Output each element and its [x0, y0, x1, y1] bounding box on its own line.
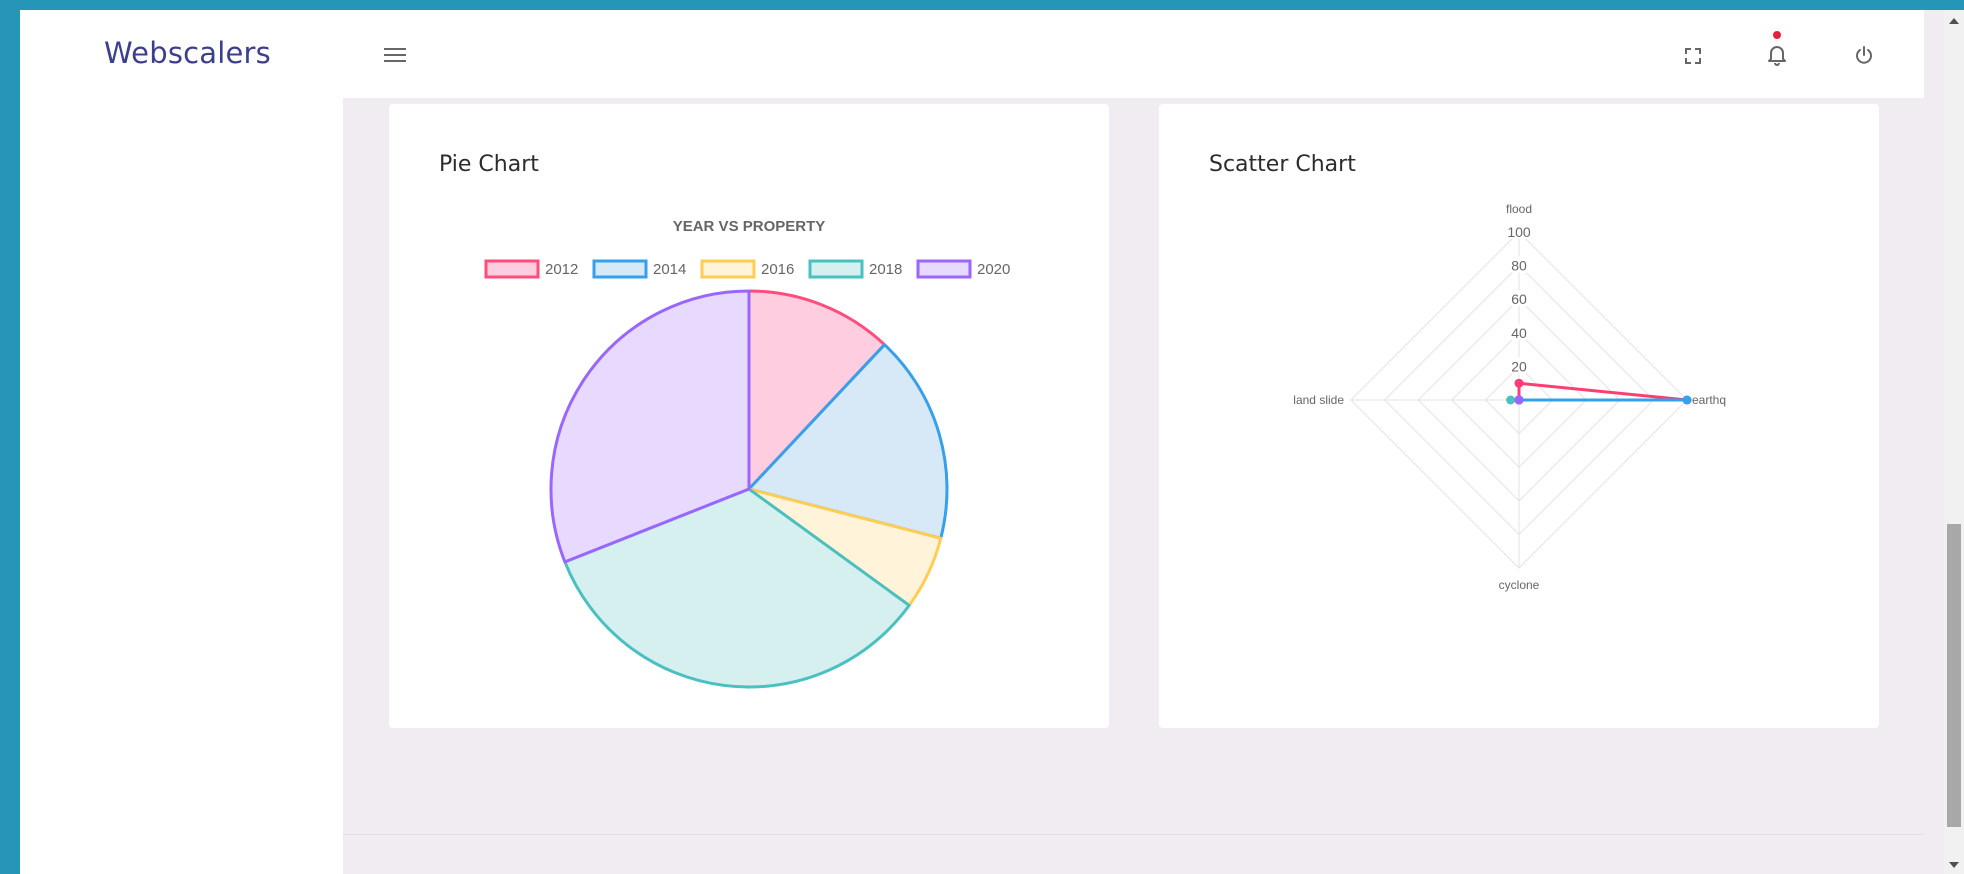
radar-axis-label: land slide — [1293, 393, 1344, 407]
radar-axis-label: flood — [1506, 202, 1532, 216]
topbar: Webscalers — [20, 10, 1924, 98]
legend-label: 2020 — [977, 261, 1010, 278]
legend-label: 2012 — [545, 261, 578, 278]
radar-tick-label: 100 — [1507, 224, 1531, 240]
radar-point — [1514, 378, 1524, 388]
scroll-thumb[interactable] — [1947, 524, 1961, 827]
radar-tick-label: 20 — [1511, 358, 1527, 374]
radar-point — [1514, 395, 1524, 405]
legend-swatch — [916, 259, 972, 279]
legend-swatch — [484, 259, 540, 279]
app-window: Webscalers Pie Chart YEAR VS PROPERTY 20… — [20, 10, 1964, 874]
legend-label: 2018 — [869, 261, 902, 278]
pie-chart-card: Pie Chart YEAR VS PROPERTY 2012 2014 2016 20… — [389, 104, 1109, 728]
scatter-chart-card: Scatter Chart 20 40 60 80 100 flood earthq cycl… — [1159, 104, 1879, 728]
legend-label: 2014 — [653, 261, 686, 278]
scrollbar[interactable] — [1944, 10, 1964, 874]
legend-swatch — [808, 259, 864, 279]
radar-axis-label: earthq — [1692, 393, 1726, 407]
bell-icon[interactable] — [1762, 39, 1792, 69]
radar-chart: 20 40 60 80 100 flood earthq cyclone land slide — [1293, 202, 1726, 592]
sidebar — [20, 10, 343, 874]
legend-label: 2016 — [761, 261, 794, 278]
radar-axis-label: cyclone — [1499, 578, 1540, 592]
notification-badge — [1773, 31, 1781, 39]
hamburger-menu-icon[interactable] — [382, 43, 408, 69]
radar-point — [1682, 395, 1692, 405]
radar-point — [1506, 395, 1516, 405]
pie-chart: YEAR VS PROPERTY 2012 2014 2016 2018 2020 — [484, 218, 1010, 689]
radar-tick-label: 60 — [1511, 291, 1527, 307]
power-icon[interactable] — [1849, 40, 1879, 70]
radar-tick-label: 80 — [1511, 258, 1527, 274]
legend-swatch — [592, 259, 648, 279]
footer-divider — [343, 834, 1924, 835]
brand-logo[interactable]: Webscalers — [104, 36, 271, 70]
radar-tick-label: 40 — [1511, 325, 1527, 341]
fullscreen-icon[interactable] — [1678, 41, 1708, 71]
pie-chart-title: YEAR VS PROPERTY — [673, 218, 826, 235]
scroll-down-icon[interactable] — [1949, 862, 1959, 868]
scroll-up-icon[interactable] — [1949, 18, 1959, 24]
legend-swatch — [700, 259, 756, 279]
